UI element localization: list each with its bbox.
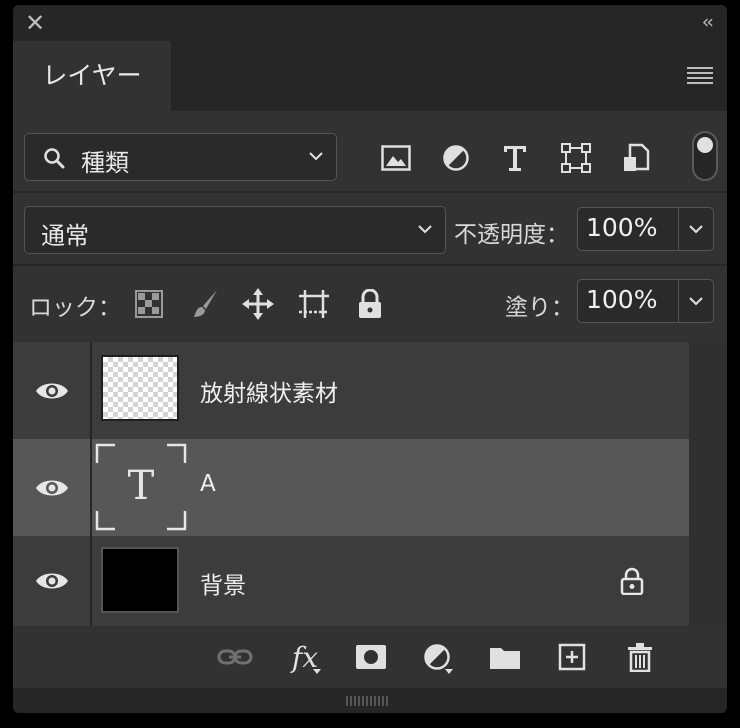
chevron-down-icon <box>309 152 323 161</box>
lock-label: ロック： <box>29 295 121 321</box>
lock-image-pixels-icon[interactable] <box>188 287 222 321</box>
lock-position-icon[interactable] <box>241 287 275 321</box>
new-layer-icon[interactable] <box>552 639 592 675</box>
layer-row[interactable]: 背景 <box>13 536 689 626</box>
opacity-dropdown-button[interactable] <box>678 207 714 251</box>
hamburger-menu-icon[interactable] <box>687 67 713 84</box>
bottom-toolbar: fx <box>13 626 727 688</box>
toggle-knob <box>697 137 713 153</box>
chevron-down-icon <box>689 297 703 306</box>
filter-toggle[interactable] <box>692 131 718 181</box>
layer-row[interactable]: 放射線状素材 <box>13 342 689 439</box>
add-mask-icon[interactable] <box>351 639 391 675</box>
close-icon[interactable]: ✕ <box>25 10 45 36</box>
delete-icon[interactable] <box>620 639 660 675</box>
search-icon <box>44 148 65 169</box>
layer-name[interactable]: 背景 <box>200 566 246 600</box>
tab-row: レイヤー <box>13 41 727 111</box>
type-filter-icon[interactable] <box>497 140 533 176</box>
smart-object-filter-icon[interactable] <box>618 140 654 176</box>
layer-row-selected[interactable]: T A <box>13 439 689 536</box>
blend-mode-label: 通常 <box>41 222 89 250</box>
eye-icon[interactable] <box>13 342 90 439</box>
chevron-down-icon <box>689 225 703 234</box>
layer-name[interactable]: 放射線状素材 <box>200 374 338 408</box>
divider <box>13 191 727 193</box>
chevron-down-icon <box>418 225 432 234</box>
layer-lock-icon <box>619 567 645 599</box>
adjustment-layer-icon[interactable] <box>417 639 457 675</box>
new-group-icon[interactable] <box>485 639 525 675</box>
type-layer-thumbnail: T <box>95 443 187 531</box>
grip-lines <box>346 696 390 706</box>
divider <box>13 264 727 266</box>
shape-filter-icon[interactable] <box>558 140 594 176</box>
layer-thumbnail <box>101 547 179 613</box>
eye-icon[interactable] <box>13 439 90 536</box>
filter-kind-label: 種類 <box>81 149 129 177</box>
divider <box>90 439 92 536</box>
tab-layers[interactable]: レイヤー <box>13 41 171 111</box>
blend-mode-select[interactable]: 通常 <box>24 206 446 254</box>
fx-icon[interactable]: fx <box>285 639 325 675</box>
type-layer-glyph: T <box>127 463 155 509</box>
layers-list: 放射線状素材 T A 背景 <box>13 342 727 626</box>
opacity-input[interactable]: 100% <box>577 207 679 251</box>
double-chevron-left-icon[interactable]: ‹‹ <box>702 11 714 33</box>
lock-all-icon[interactable] <box>353 287 387 321</box>
link-layers-icon[interactable] <box>215 639 255 675</box>
fill-dropdown-button[interactable] <box>678 279 714 323</box>
fill-label: 塗り： <box>505 295 574 321</box>
divider <box>90 536 92 626</box>
lock-transparent-pixels-icon[interactable] <box>132 287 166 321</box>
resize-grip[interactable] <box>13 688 727 713</box>
layer-thumbnail <box>101 355 179 421</box>
layer-name[interactable]: A <box>200 471 216 497</box>
divider <box>90 342 92 439</box>
image-layer-filter-icon[interactable] <box>378 140 414 176</box>
fill-input[interactable]: 100% <box>577 279 679 323</box>
eye-icon[interactable] <box>13 536 90 626</box>
scrollbar-track[interactable] <box>689 342 727 626</box>
layers-panel: ✕ ‹‹ レイヤー 種類 通常 不透明度： 100% ロック： 塗り： 100%… <box>13 5 727 713</box>
adjustment-filter-icon[interactable] <box>438 140 474 176</box>
filter-kind-select[interactable]: 種類 <box>24 133 337 181</box>
lock-artboard-icon[interactable] <box>297 287 331 321</box>
panel-titlebar: ✕ ‹‹ <box>13 5 727 41</box>
opacity-label: 不透明度： <box>454 222 569 248</box>
